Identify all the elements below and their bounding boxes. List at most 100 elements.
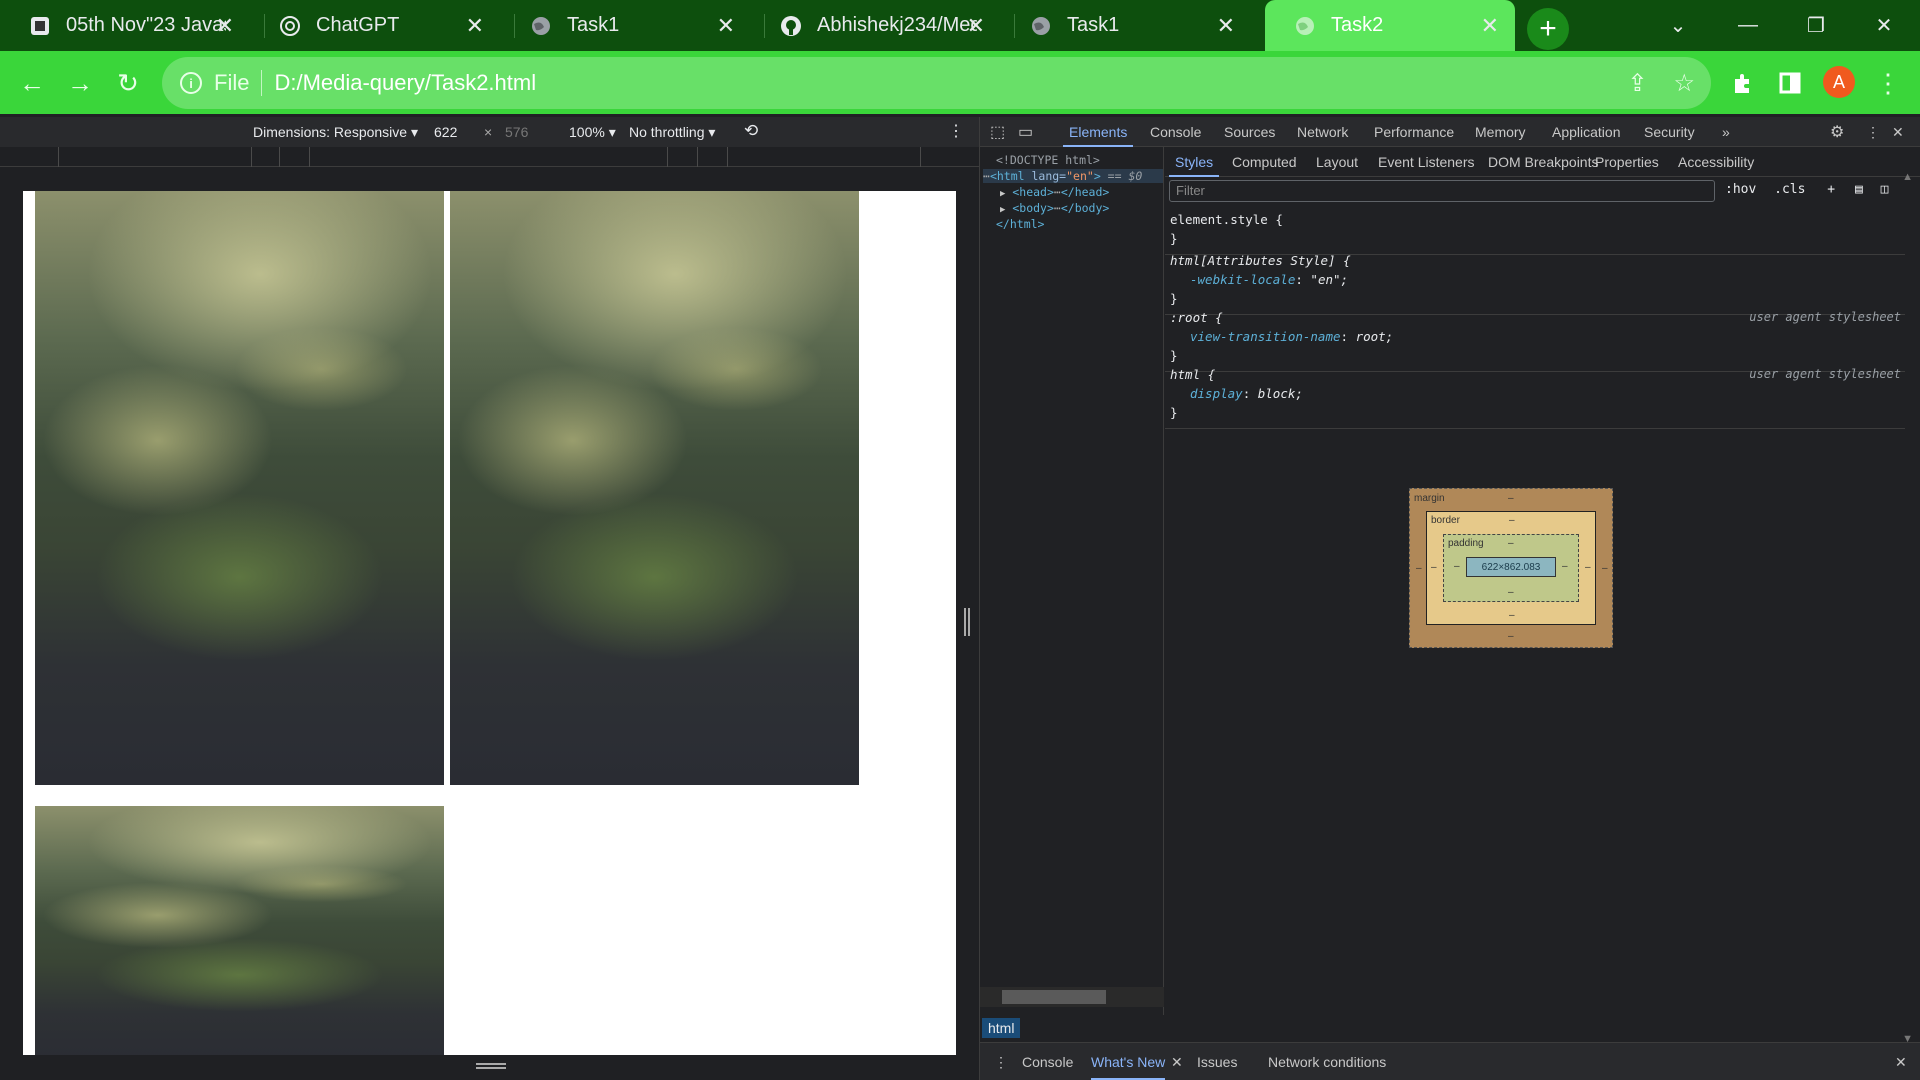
padding-right-value[interactable]: – <box>1562 561 1568 572</box>
tab-4[interactable]: Task1 ✕ <box>1001 0 1251 51</box>
viewport-height-handle[interactable] <box>476 1063 506 1069</box>
forward-arrow-icon[interactable]: → <box>62 65 98 101</box>
minimize-icon[interactable]: — <box>1718 0 1778 51</box>
tab-2[interactable]: Task1 ✕ <box>501 0 751 51</box>
tab-5-active[interactable]: Task2 ✕ <box>1265 0 1515 51</box>
dimensions-select[interactable]: Dimensions: Responsive ▾ <box>253 124 418 141</box>
tab-1[interactable]: ChatGPT ✕ <box>250 0 500 51</box>
border-top-value[interactable]: – <box>1509 515 1515 526</box>
tab-dom-breakpoints[interactable]: DOM Breakpoints <box>1488 154 1598 170</box>
devtools-close-icon[interactable]: ✕ <box>1892 124 1904 141</box>
paint-icon[interactable]: ▤ <box>1855 182 1863 197</box>
tab-properties[interactable]: Properties <box>1595 154 1659 170</box>
drawer-tab-issues[interactable]: Issues <box>1197 1054 1237 1070</box>
bookmark-star-icon[interactable]: ☆ <box>1673 69 1695 98</box>
padding-left-value[interactable]: – <box>1454 561 1460 572</box>
close-icon[interactable]: ✕ <box>967 13 985 39</box>
margin-left-value[interactable]: – <box>1416 563 1422 574</box>
toggle-sidebar-icon[interactable]: ◫ <box>1881 182 1889 197</box>
margin-right-value[interactable]: – <box>1602 563 1608 574</box>
tab-3[interactable]: Abhishekj234/Med ✕ <box>751 0 1001 51</box>
devtools-menu-icon[interactable]: ⋮ <box>1866 124 1880 141</box>
drawer-tab-console[interactable]: Console <box>1022 1054 1073 1070</box>
rule-declaration[interactable]: display: block; <box>1170 386 1900 405</box>
drawer-close-icon[interactable]: ✕ <box>1895 1054 1907 1071</box>
tab-memory[interactable]: Memory <box>1475 124 1526 140</box>
close-icon[interactable]: ✕ <box>1217 13 1235 39</box>
new-tab-button[interactable]: + <box>1527 8 1569 50</box>
cls-toggle[interactable]: .cls <box>1774 182 1805 197</box>
head-node[interactable]: ▶ <head>⋯</head> <box>1000 185 1109 199</box>
content-size[interactable]: 622×862.083 <box>1466 557 1556 577</box>
new-rule-icon[interactable]: + <box>1827 182 1835 197</box>
width-input[interactable]: 622 <box>434 124 457 140</box>
kebab-menu-icon[interactable]: ⋮ <box>1870 65 1906 101</box>
side-panel-icon[interactable] <box>1772 65 1808 101</box>
drawer-tab-network-conditions[interactable]: Network conditions <box>1268 1054 1386 1070</box>
close-icon[interactable]: ✕ <box>1171 1054 1183 1071</box>
viewport-resize-handle[interactable] <box>964 608 970 636</box>
tab-performance[interactable]: Performance <box>1374 124 1454 140</box>
rule-selector[interactable]: element.style { <box>1170 212 1900 231</box>
drawer-tab-whats-new[interactable]: What's New <box>1091 1054 1166 1080</box>
more-tabs-icon[interactable]: » <box>1722 124 1730 140</box>
border-bottom-value[interactable]: – <box>1509 610 1515 621</box>
tab-elements[interactable]: Elements <box>1062 124 1134 147</box>
border-right-value[interactable]: – <box>1585 562 1591 573</box>
doctype-node[interactable]: <!DOCTYPE html> <box>996 153 1100 167</box>
tab-search-icon[interactable]: ⌄ <box>1648 0 1708 51</box>
url-text[interactable]: D:/Media-query/Task2.html <box>274 70 536 96</box>
throttling-select[interactable]: No throttling ▾ <box>629 124 715 141</box>
tab-event-listeners[interactable]: Event Listeners <box>1378 154 1475 170</box>
zoom-select[interactable]: 100% ▾ <box>569 124 616 141</box>
tab-security[interactable]: Security <box>1644 124 1695 140</box>
restore-icon[interactable]: ❐ <box>1786 0 1846 51</box>
close-icon[interactable]: ✕ <box>1481 13 1499 39</box>
dom-horizontal-scrollbar[interactable] <box>980 987 1164 1007</box>
html-node-selected[interactable]: ⋯<html lang="en"> == $0 <box>983 169 1163 183</box>
device-menu-icon[interactable]: ⋮ <box>948 121 964 141</box>
settings-gear-icon[interactable]: ⚙ <box>1830 122 1844 142</box>
close-icon[interactable]: ✕ <box>466 13 484 39</box>
box-border: border – – – – padding – – – – 622×862.0… <box>1426 511 1596 625</box>
tab-accessibility[interactable]: Accessibility <box>1678 154 1754 170</box>
tab-computed[interactable]: Computed <box>1232 154 1297 170</box>
back-arrow-icon[interactable]: ← <box>14 65 50 101</box>
breadcrumb-html[interactable]: html <box>982 1018 1021 1038</box>
window-close-icon[interactable]: ✕ <box>1854 0 1914 51</box>
rule-declaration[interactable]: -webkit-locale: "en"; <box>1170 272 1900 291</box>
margin-bottom-value[interactable]: – <box>1508 631 1514 642</box>
padding-top-value[interactable]: – <box>1508 538 1514 549</box>
close-icon[interactable]: ✕ <box>717 13 735 39</box>
drawer-menu-icon[interactable]: ⋮ <box>994 1054 1008 1071</box>
html-tag: <html <box>989 169 1025 183</box>
tab-0[interactable]: 05th Nov"23 Javas ✕ <box>0 0 250 51</box>
tab-title: Abhishekj234/Med <box>817 14 977 36</box>
device-toggle-icon[interactable]: ▭ <box>1018 122 1033 142</box>
info-icon[interactable]: i <box>180 72 202 94</box>
avatar[interactable]: A <box>1823 66 1855 98</box>
rotate-icon[interactable]: ⟲ <box>744 121 758 141</box>
share-icon[interactable]: ⇪ <box>1627 69 1647 98</box>
height-input[interactable]: 576 <box>505 124 528 140</box>
tab-network[interactable]: Network <box>1297 124 1348 140</box>
reload-icon[interactable]: ↻ <box>110 65 146 101</box>
scroll-up-icon[interactable]: ▲ <box>1902 171 1913 183</box>
tab-layout[interactable]: Layout <box>1316 154 1358 170</box>
border-left-value[interactable]: – <box>1431 562 1437 573</box>
puzzle-icon[interactable] <box>1725 65 1761 101</box>
tab-sources[interactable]: Sources <box>1224 124 1275 140</box>
body-node[interactable]: ▶ <body>⋯</body> <box>1000 201 1109 215</box>
padding-bottom-value[interactable]: – <box>1508 587 1514 598</box>
hov-toggle[interactable]: :hov <box>1725 182 1756 197</box>
tab-console[interactable]: Console <box>1150 124 1201 140</box>
address-bar[interactable]: i File D:/Media-query/Task2.html ⇪ ☆ <box>162 57 1711 109</box>
margin-top-value[interactable]: – <box>1508 493 1514 504</box>
styles-filter-input[interactable]: Filter <box>1169 180 1715 202</box>
html-close-node[interactable]: </html> <box>996 217 1044 231</box>
inspect-icon[interactable]: ⬚ <box>990 122 1005 142</box>
tab-application[interactable]: Application <box>1552 124 1621 140</box>
rule-declaration[interactable]: view-transition-name: root; <box>1170 329 1900 348</box>
close-icon[interactable]: ✕ <box>216 13 234 39</box>
tab-styles[interactable]: Styles <box>1168 154 1220 177</box>
